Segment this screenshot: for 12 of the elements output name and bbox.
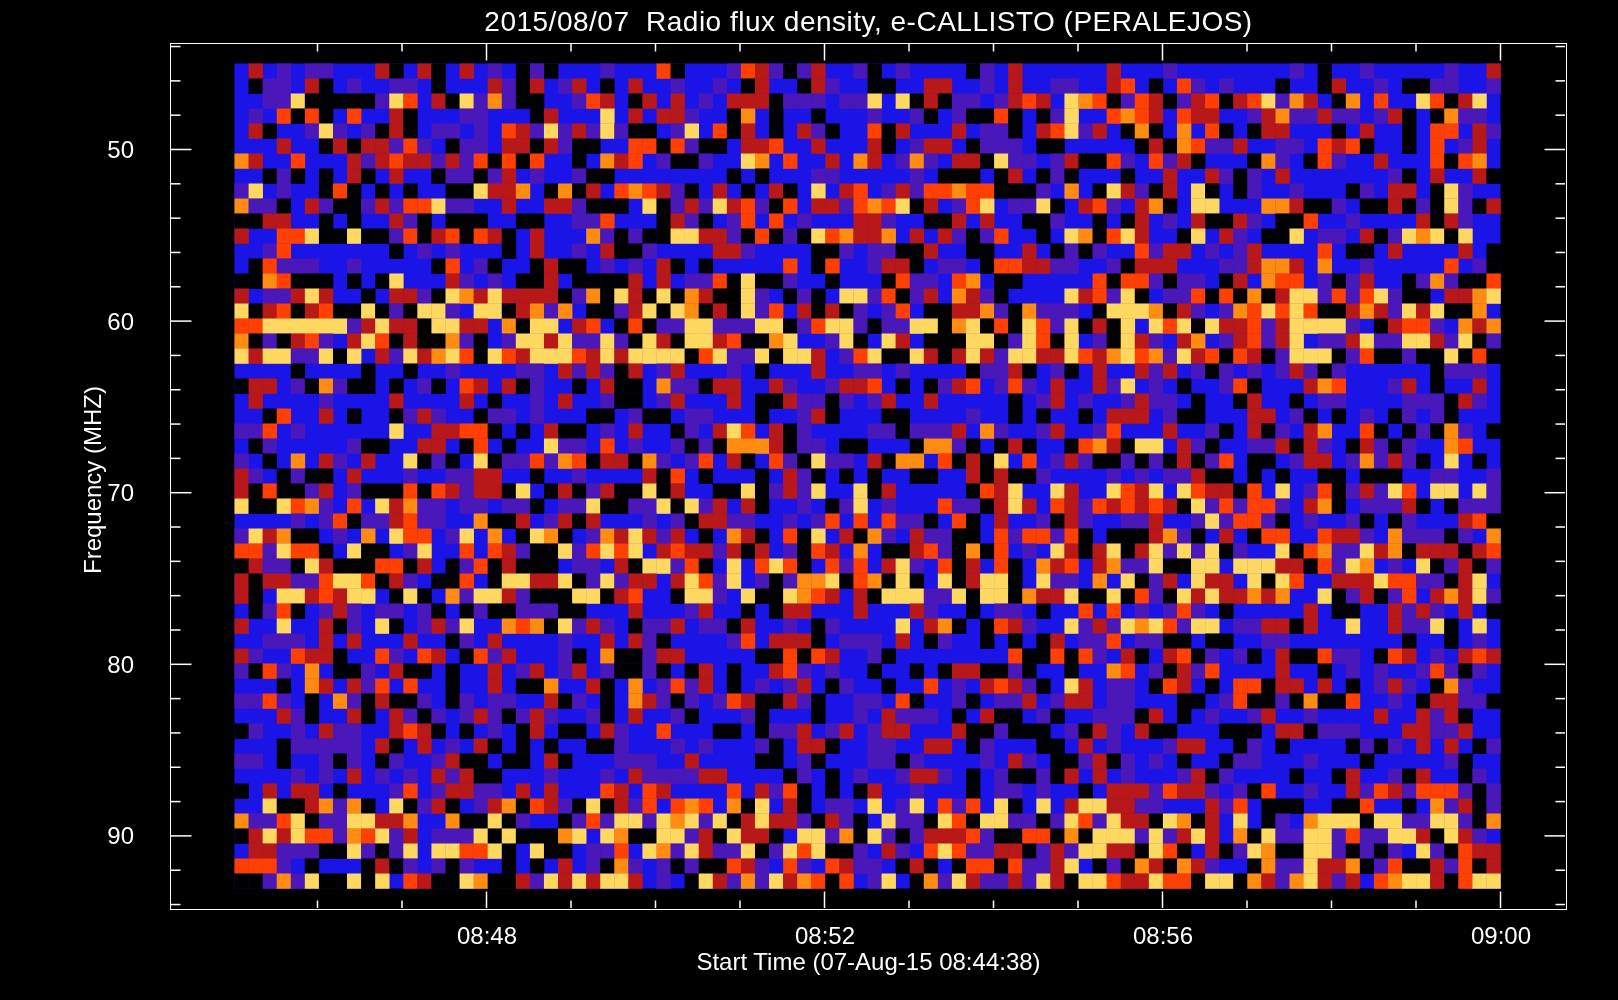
axis-tick-label: 08:56 [1132, 924, 1194, 948]
axis-tick-label: 90 [107, 824, 134, 849]
axis-label: Start Time (07-Aug-15 08:44:38) [696, 950, 1041, 974]
plot-title: 2015/08/07 Radio flux density, e-CALLISTO (PERALEJOS) [484, 5, 1253, 38]
axis-tick-label: 70 [107, 481, 134, 506]
axis-tick-label: 08:52 [794, 924, 856, 948]
axis-tick-label: 50 [107, 138, 134, 162]
axis-tick-label: 09:00 [1470, 924, 1532, 948]
axis-tick-label: 08:48 [456, 924, 518, 948]
axis-label: Frequency (MHZ) [81, 386, 105, 574]
axis-tick-label: 80 [107, 652, 134, 677]
axis-tick-label: 60 [107, 309, 134, 334]
